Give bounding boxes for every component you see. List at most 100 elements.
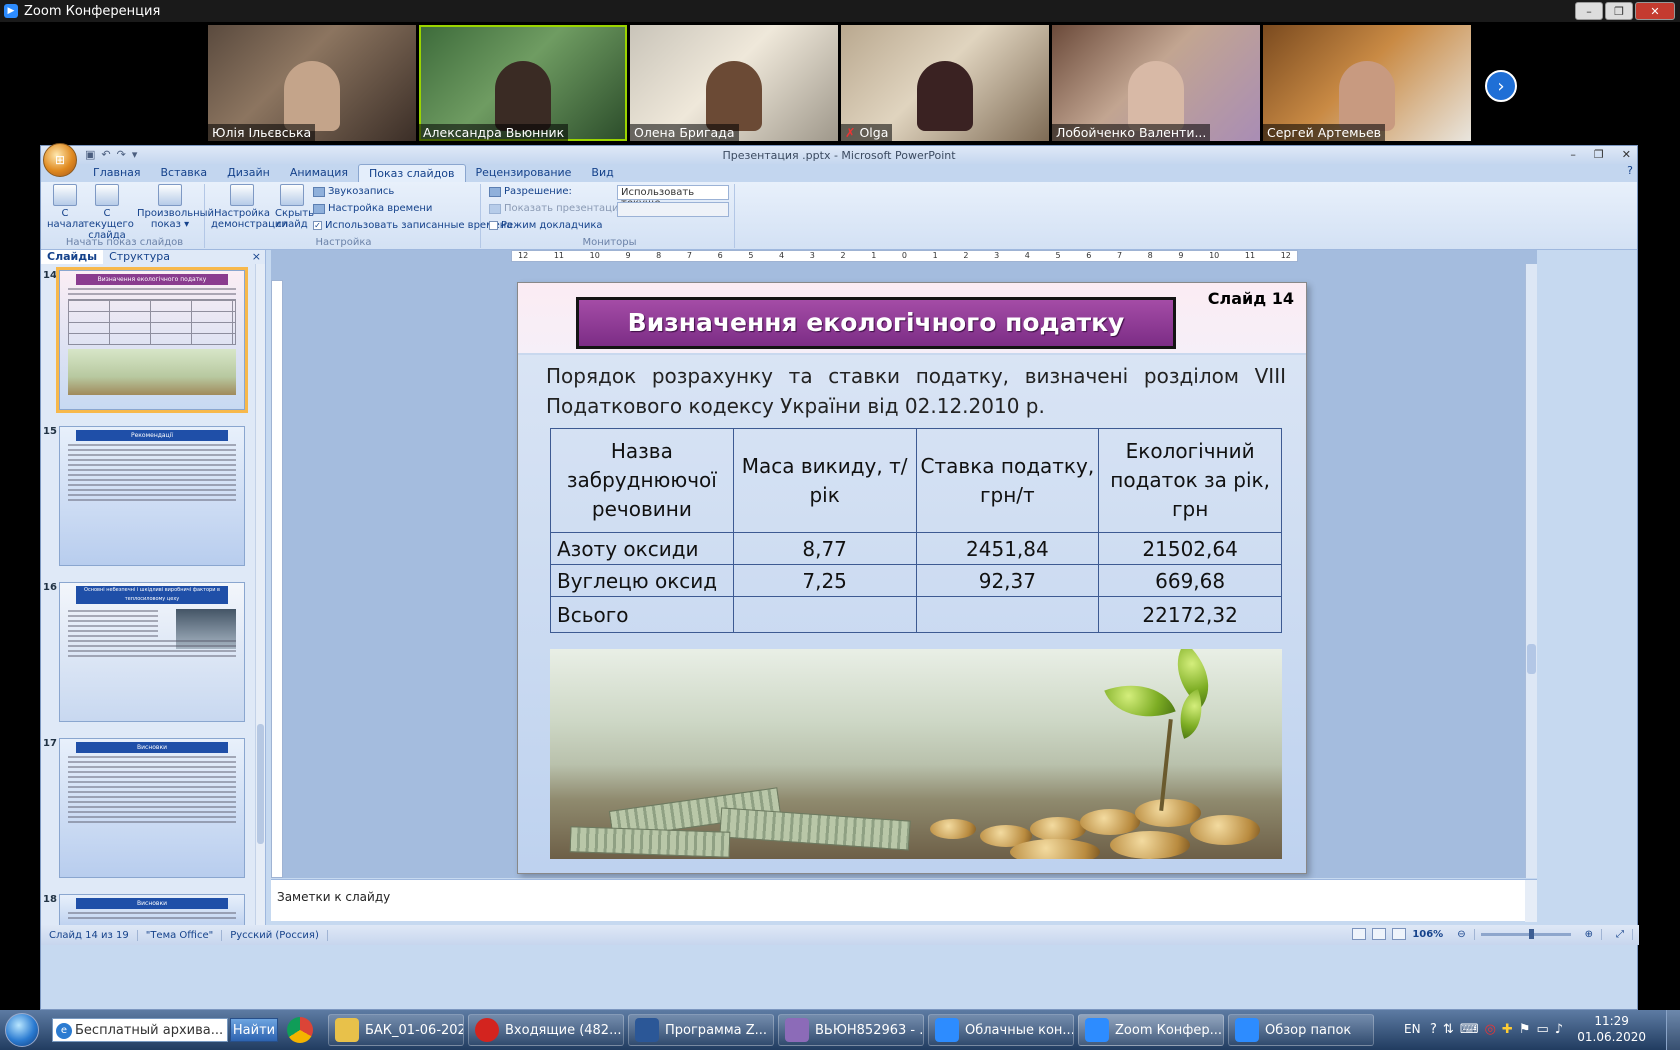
ribbon: С начала С текущего слайда Произвольный …: [41, 182, 1637, 250]
slides-panel-scrollbar[interactable]: [255, 264, 265, 932]
setup-show-button[interactable]: Настройка демонстрации: [211, 184, 288, 230]
volume-icon[interactable]: ♪: [1555, 1022, 1563, 1037]
slide-canvas[interactable]: Визначення екологічного податку Слайд 14…: [517, 282, 1307, 874]
status-theme: "Тема Office": [138, 929, 223, 941]
close-button[interactable]: ✕: [1635, 2, 1675, 20]
table-header: Маса викиду, т/рік: [732, 428, 917, 533]
tab-animation[interactable]: Анимация: [280, 164, 358, 182]
from-start-button[interactable]: С начала: [47, 184, 84, 230]
tab-slideshow[interactable]: Показ слайдов: [358, 164, 466, 182]
presenter-view-checkbox[interactable]: Режим докладчика: [489, 220, 603, 231]
coin-shape: [1190, 815, 1260, 845]
redo-icon[interactable]: ↷: [117, 148, 126, 161]
network-icon[interactable]: ⇅: [1443, 1022, 1454, 1037]
antivirus-icon[interactable]: ✚: [1502, 1022, 1513, 1037]
slide-thumbnail[interactable]: Основні небезпечні і шкідливі виробничі …: [59, 582, 245, 722]
table-row: Всього 22172,32: [550, 596, 1282, 633]
show-desktop-button[interactable]: [1666, 1010, 1680, 1050]
video-tile[interactable]: Лобойченко Валенти...: [1052, 25, 1260, 141]
use-timings-checkbox[interactable]: ✓ Использовать записанные времена: [313, 220, 512, 231]
rehearse-timings-button[interactable]: Настройка времени: [313, 203, 432, 214]
muted-mic-icon: ✗: [845, 125, 856, 140]
taskbar-item[interactable]: ВЬЮН852963 - ...: [778, 1014, 924, 1046]
tab-insert[interactable]: Вставка: [151, 164, 218, 182]
clock-time: 11:29: [1594, 1014, 1629, 1028]
hide-slide-button[interactable]: Скрыть слайд: [275, 184, 314, 230]
language-indicator[interactable]: EN: [1404, 1022, 1421, 1036]
zoom-out-icon[interactable]: ⊖: [1449, 928, 1475, 940]
slide-scrollbar[interactable]: [1525, 264, 1537, 878]
ruler-tick: 5: [748, 251, 754, 260]
slide-title[interactable]: Визначення екологічного податку: [576, 297, 1176, 349]
notes-pane[interactable]: Заметки к слайду: [271, 879, 1537, 922]
scrollbar-thumb[interactable]: [1527, 644, 1536, 674]
tab-design[interactable]: Дизайн: [217, 164, 280, 182]
opera-tray-icon[interactable]: ◎: [1485, 1022, 1496, 1037]
scrollbar-thumb[interactable]: [257, 724, 264, 844]
taskbar-item[interactable]: Облачные кон...: [928, 1014, 1074, 1046]
from-current-button[interactable]: С текущего слайда: [83, 184, 134, 241]
ppt-minimize-button[interactable]: –: [1570, 148, 1576, 161]
qat-dropdown-icon[interactable]: ▾: [132, 148, 138, 161]
fit-slide-icon[interactable]: ⤢: [1608, 928, 1633, 940]
help-icon[interactable]: ?: [1430, 1022, 1437, 1037]
taskbar-search-input[interactable]: e Бесплатный архива...: [52, 1018, 228, 1042]
help-icon[interactable]: ?: [1627, 164, 1637, 182]
clock[interactable]: 11:29 01.06.2020: [1577, 1013, 1646, 1045]
ppt-restore-button[interactable]: ❐: [1594, 148, 1604, 161]
video-tile[interactable]: Юлія Ільєвська: [208, 25, 416, 141]
slide-thumbnail[interactable]: Визначення екологічного податку: [56, 267, 248, 413]
zoom-window-title: Zoom Конференция: [24, 3, 161, 19]
maximize-button[interactable]: ❐: [1605, 2, 1633, 20]
close-panel-icon[interactable]: ×: [252, 250, 265, 264]
zoom-in-icon[interactable]: ⊕: [1577, 928, 1602, 940]
sorter-view-button[interactable]: [1372, 928, 1387, 940]
taskbar-item[interactable]: Программа Z...: [628, 1014, 774, 1046]
taskbar-item[interactable]: Zoom Конфер...: [1078, 1014, 1224, 1046]
video-tile[interactable]: Сергей Артемьев: [1263, 25, 1471, 141]
taskbar-item[interactable]: Обзор папок: [1228, 1014, 1374, 1046]
slide-thumbnail[interactable]: Рекомендації: [59, 426, 245, 566]
office-button[interactable]: ⊞: [43, 143, 77, 177]
slide-intro-text[interactable]: Порядок розрахунку та ставки податку, ви…: [546, 361, 1286, 421]
slideshow-view-button[interactable]: [1392, 928, 1407, 940]
minimize-button[interactable]: –: [1575, 2, 1603, 20]
tab-home[interactable]: Главная: [83, 164, 151, 182]
notes-scrollbar[interactable]: [1525, 880, 1537, 922]
video-tile[interactable]: ✗ Olga: [841, 25, 1049, 141]
start-button[interactable]: [0, 1010, 44, 1050]
table-cell: 8,77: [732, 532, 917, 565]
taskbar-item[interactable]: Входящие (482...: [468, 1014, 624, 1046]
undo-icon[interactable]: ↶: [101, 148, 110, 161]
video-tile[interactable]: Александра Вьюнник: [419, 25, 627, 141]
status-language[interactable]: Русский (Россия): [222, 929, 328, 941]
tab-slides[interactable]: Слайды: [41, 250, 104, 264]
taskbar-item[interactable]: БАК_01-06-2020: [328, 1014, 464, 1046]
resolution-select[interactable]: Использовать текуще...: [617, 185, 729, 209]
ppt-close-button[interactable]: ✕: [1622, 148, 1631, 161]
record-narration-button[interactable]: Звукозапись: [313, 186, 394, 197]
next-page-arrow-icon[interactable]: ›: [1485, 70, 1517, 102]
save-icon[interactable]: ▣: [85, 148, 95, 161]
tab-view[interactable]: Вид: [581, 164, 623, 182]
search-button[interactable]: Найти: [230, 1018, 278, 1042]
zoom-icon: [1085, 1018, 1109, 1042]
tax-table[interactable]: Назва забруднюючої речовини Маса викиду,…: [550, 428, 1282, 633]
show-on-select[interactable]: [617, 202, 729, 217]
slide-thumbnail[interactable]: Висновки: [59, 738, 245, 878]
normal-view-button[interactable]: [1352, 928, 1367, 940]
word-icon: [635, 1018, 659, 1042]
custom-show-button[interactable]: Произвольный показ ▾: [137, 184, 214, 230]
tab-outline[interactable]: Структура: [103, 250, 176, 264]
video-tile[interactable]: Олена Бригада: [630, 25, 838, 141]
keyboard-icon[interactable]: ⌨: [1460, 1022, 1479, 1037]
zoom-slider[interactable]: [1480, 928, 1571, 939]
participant-name: Лобойченко Валенти...: [1052, 124, 1211, 141]
monitor-tray-icon[interactable]: ▭: [1536, 1022, 1548, 1037]
tab-review[interactable]: Рецензирование: [466, 164, 582, 182]
money-plant-image[interactable]: [550, 649, 1282, 859]
zoom-level[interactable]: 106%: [1412, 929, 1443, 940]
flag-icon[interactable]: ⚑: [1519, 1022, 1531, 1037]
chrome-pinned[interactable]: [278, 1014, 322, 1046]
participant-video: [284, 61, 340, 131]
